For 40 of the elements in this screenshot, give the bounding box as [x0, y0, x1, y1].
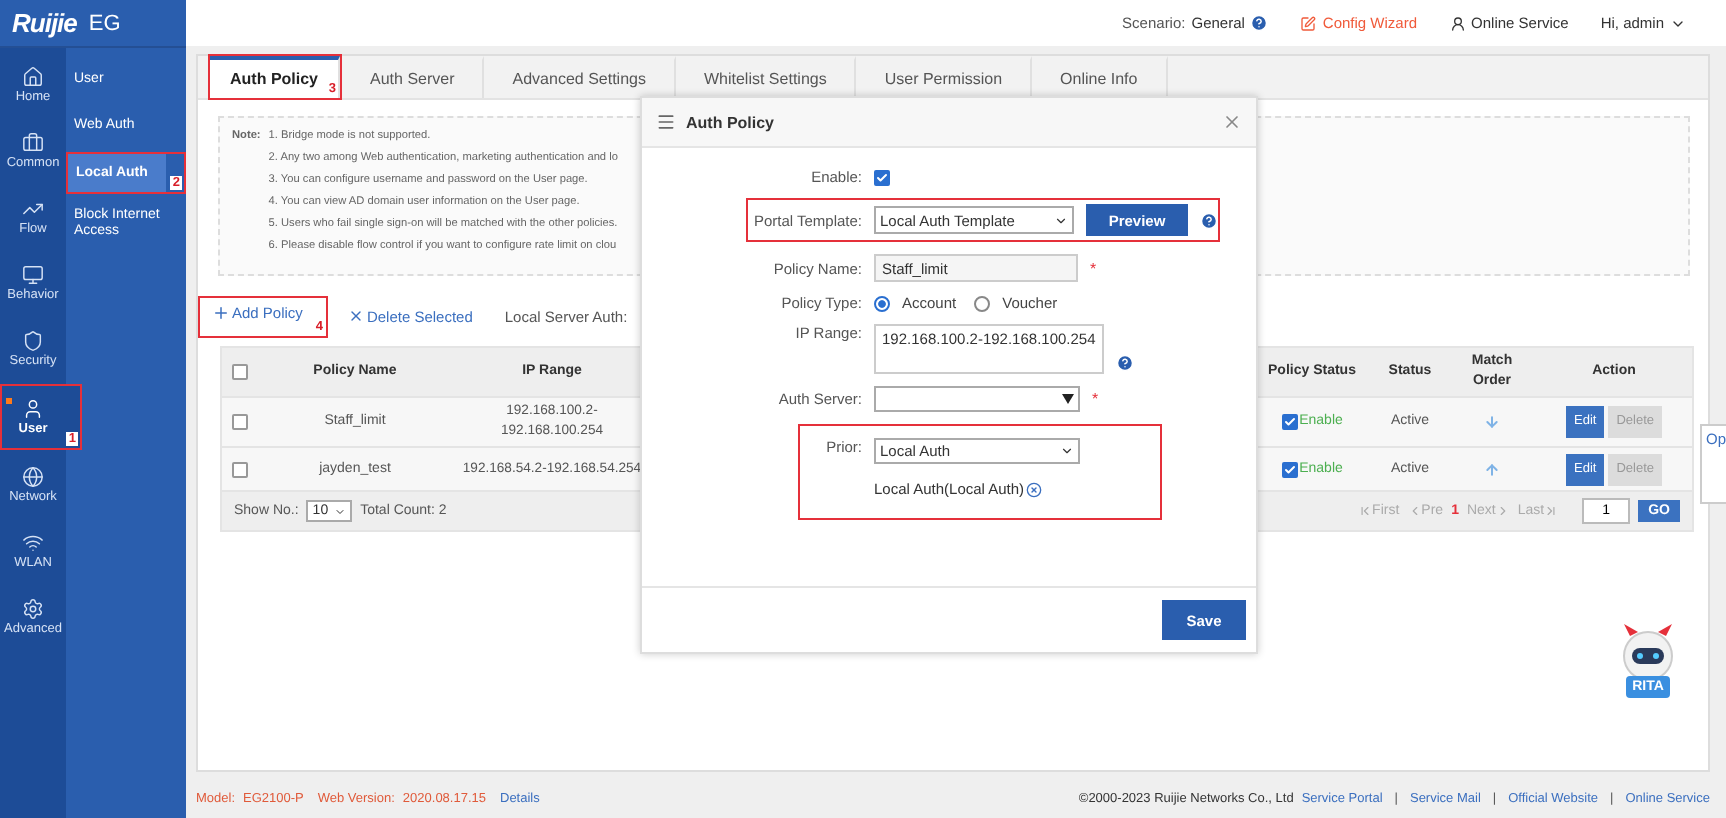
radio-button[interactable]	[874, 295, 890, 311]
person-icon	[1449, 15, 1466, 31]
line-chart-icon	[22, 198, 44, 220]
chevron-down-icon	[334, 505, 347, 517]
required-asterisk: *	[1092, 390, 1099, 408]
help-icon[interactable]	[1200, 211, 1218, 229]
enable-checkbox[interactable]	[1281, 461, 1298, 477]
home-icon	[22, 66, 44, 88]
edit-icon	[1300, 15, 1317, 31]
user-icon	[22, 398, 44, 420]
help-icon[interactable]	[1250, 14, 1269, 32]
next-icon	[1495, 504, 1510, 518]
plus-icon	[212, 303, 230, 321]
radio-button[interactable]	[974, 295, 991, 311]
first-icon	[1358, 504, 1373, 518]
settings-icon	[22, 598, 44, 620]
dropdown-triangle-icon	[1062, 394, 1074, 404]
previous-icon	[1407, 504, 1422, 518]
enable-checkbox[interactable]	[1281, 414, 1298, 430]
last-icon	[1544, 504, 1559, 518]
chevron-down-icon	[1060, 444, 1074, 458]
wifi-icon	[22, 532, 44, 554]
row-checkbox[interactable]	[232, 414, 248, 430]
chevron-down-icon	[1054, 213, 1068, 227]
brand-logo: Ruijie	[12, 8, 77, 38]
shield-icon	[22, 330, 44, 352]
monitor-icon	[22, 264, 44, 286]
close-icon[interactable]	[1222, 112, 1242, 132]
enable-checkbox[interactable]	[874, 169, 890, 185]
required-asterisk: *	[1090, 259, 1097, 277]
help-icon[interactable]	[1116, 354, 1134, 372]
product-name: EG	[88, 11, 121, 35]
remove-icon[interactable]	[1026, 481, 1043, 497]
close-icon	[348, 308, 365, 324]
dialog-title: Auth Policy	[686, 113, 775, 131]
row-checkbox[interactable]	[232, 461, 248, 477]
briefcase-icon	[22, 132, 44, 154]
menu-icon	[656, 112, 676, 132]
globe-icon	[22, 466, 44, 488]
select-all-checkbox[interactable]	[232, 364, 248, 380]
